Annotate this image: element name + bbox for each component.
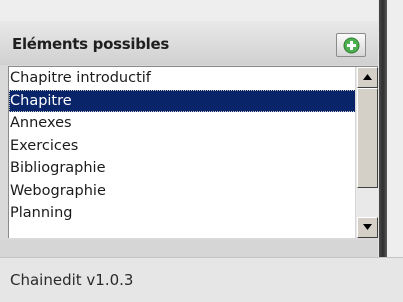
panel-title: Eléments possibles bbox=[12, 35, 169, 53]
list-item[interactable]: Planning bbox=[9, 202, 356, 225]
panel-footer bbox=[0, 240, 378, 257]
elements-list: Chapitre introductif Chapitre Annexes Exerc… bbox=[9, 67, 356, 225]
top-strip bbox=[0, 0, 378, 21]
list-item[interactable]: Chapitre bbox=[9, 89, 356, 112]
version-label: Chainedit v1.0.3 bbox=[10, 271, 134, 289]
add-element-button[interactable] bbox=[336, 33, 366, 57]
right-panel-edge bbox=[387, 0, 403, 257]
list-item[interactable]: Exercices bbox=[9, 135, 356, 158]
vertical-scrollbar[interactable] bbox=[355, 67, 378, 238]
plus-circle-icon bbox=[343, 37, 360, 54]
list-item[interactable]: Webographie bbox=[9, 180, 356, 203]
elements-listbox[interactable]: Chapitre introductif Chapitre Annexes Exerc… bbox=[8, 66, 378, 238]
scroll-up-button[interactable] bbox=[357, 67, 378, 88]
list-item[interactable]: Bibliographie bbox=[9, 157, 356, 180]
arrow-down-icon bbox=[363, 224, 372, 230]
arrow-up-icon bbox=[363, 74, 372, 80]
status-bar: Chainedit v1.0.3 bbox=[0, 257, 403, 302]
scrollbar-thumb[interactable] bbox=[357, 88, 378, 188]
list-item[interactable]: Chapitre introductif bbox=[9, 67, 356, 90]
list-item[interactable]: Annexes bbox=[9, 112, 356, 135]
scroll-down-button[interactable] bbox=[357, 217, 378, 238]
splitter-handle[interactable] bbox=[379, 0, 387, 257]
possible-elements-panel: Eléments possibles Chapitre introductif C… bbox=[0, 21, 378, 257]
panel-header: Eléments possibles bbox=[0, 21, 378, 65]
